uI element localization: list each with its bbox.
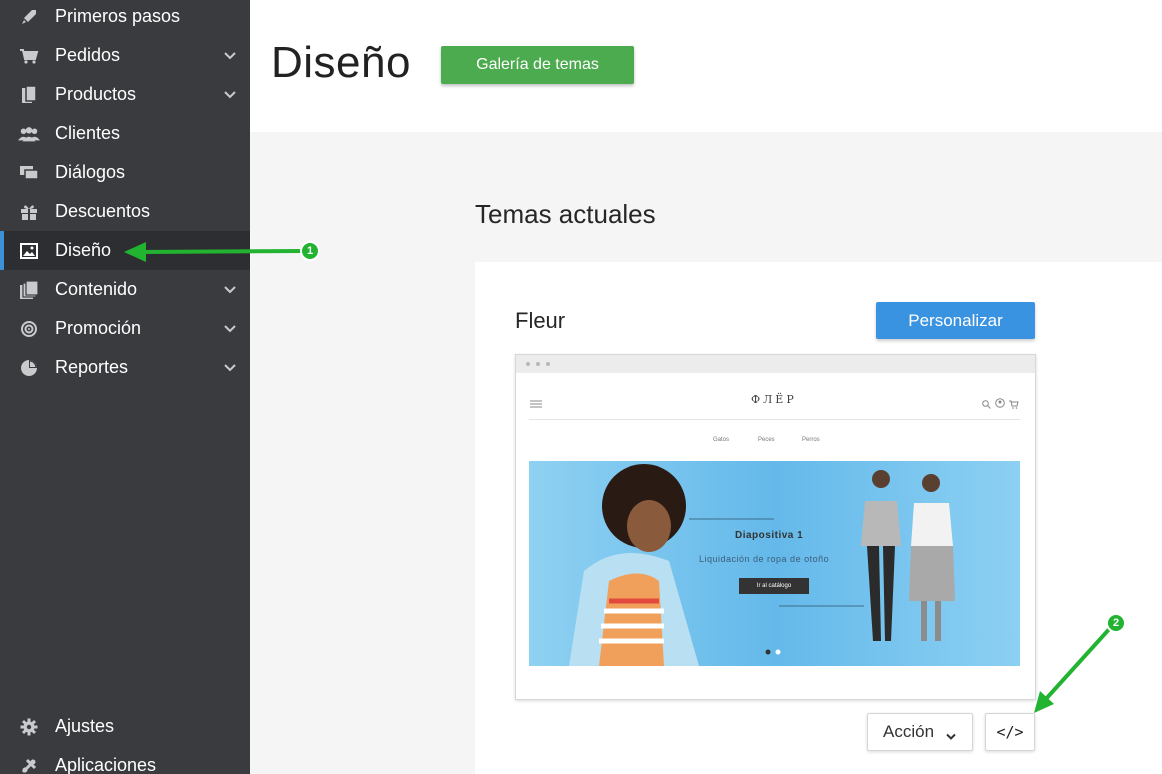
- annotation-marker-2: 2: [1106, 613, 1126, 633]
- annotation-marker-1: 1: [300, 241, 320, 261]
- annotation-arrows: [124, 242, 1114, 713]
